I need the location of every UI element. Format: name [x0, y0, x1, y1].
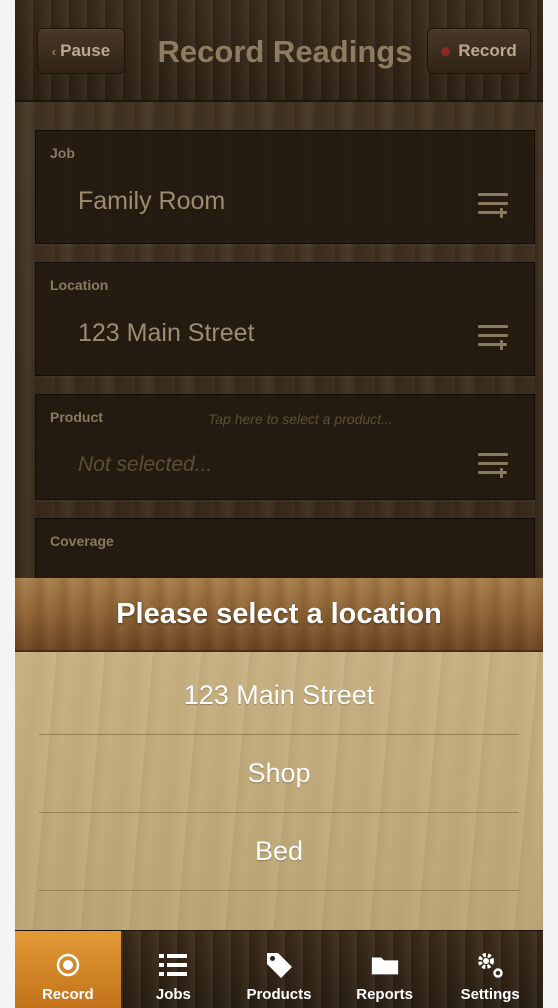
location-picker-sheet: Please select a location 123 Main Street…: [15, 578, 543, 930]
job-label: Job: [50, 145, 75, 161]
folder-icon: [370, 950, 400, 980]
record-button[interactable]: Record: [427, 28, 531, 74]
pause-button[interactable]: ‹ Pause: [37, 28, 125, 74]
navigation-bar: ‹ Pause Record Readings Record: [15, 0, 543, 102]
product-row[interactable]: Product Tap here to select a product... …: [35, 394, 535, 500]
product-placeholder: Not selected...: [78, 453, 213, 476]
tab-bar: Record Jobs Products Reports Settings: [15, 930, 543, 1008]
tag-icon: [264, 950, 294, 980]
chevron-left-icon: ‹: [51, 43, 57, 59]
tab-record-label: Record: [41, 986, 94, 1003]
list-select-icon[interactable]: [478, 325, 508, 351]
record-dot-icon: [441, 46, 451, 56]
job-row[interactable]: Job Family Room: [35, 130, 535, 244]
page-title: Record Readings: [157, 34, 413, 69]
location-label: Location: [50, 277, 109, 293]
pause-button-label: Pause: [60, 41, 111, 60]
list-icon: [158, 950, 188, 980]
tab-jobs[interactable]: Jobs: [121, 931, 227, 1008]
picker-option[interactable]: Bed: [39, 812, 519, 891]
gear-icon: [475, 950, 505, 980]
tab-settings[interactable]: Settings: [437, 931, 543, 1008]
tab-reports[interactable]: Reports: [332, 931, 438, 1008]
tab-jobs-label: Jobs: [155, 986, 191, 1003]
product-label: Product: [50, 409, 103, 425]
app-screen: ‹ Pause Record Readings Record Job Famil…: [15, 0, 543, 1008]
location-value: 123 Main Street: [78, 319, 255, 347]
tab-record[interactable]: Record: [15, 931, 121, 1008]
list-select-icon[interactable]: [478, 193, 508, 219]
record-icon: [53, 950, 83, 980]
picker-option[interactable]: 123 Main Street: [39, 656, 519, 735]
picker-title: Please select a location: [15, 578, 543, 652]
tab-reports-label: Reports: [356, 986, 413, 1003]
picker-option[interactable]: Shop: [39, 734, 519, 813]
tab-products[interactable]: Products: [226, 931, 332, 1008]
tab-settings-label: Settings: [460, 986, 520, 1003]
coverage-label: Coverage: [50, 533, 114, 549]
product-hint: Tap here to select a product...: [208, 411, 393, 427]
list-select-icon[interactable]: [478, 453, 508, 479]
record-button-label: Record: [458, 41, 517, 60]
tab-products-label: Products: [246, 986, 312, 1003]
location-row[interactable]: Location 123 Main Street: [35, 262, 535, 376]
job-value: Family Room: [78, 187, 226, 215]
